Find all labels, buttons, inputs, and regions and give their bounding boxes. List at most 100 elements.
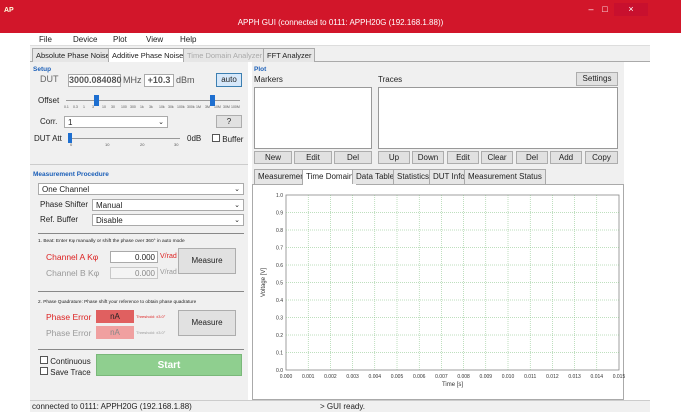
- chevron-down-icon: ⌄: [158, 119, 164, 126]
- subtab-time-domain[interactable]: Time Domain: [302, 169, 358, 185]
- menu-view[interactable]: View: [146, 35, 163, 44]
- att-tick: 10: [105, 142, 110, 147]
- x-tick-label: 0.001: [302, 374, 315, 380]
- channel-b-unit: V/rad: [160, 269, 177, 276]
- y-tick-label: 0.0: [276, 368, 283, 374]
- title-bar: AP APPH GUI (connected to 0111: APPH20G …: [0, 0, 681, 33]
- close-button[interactable]: ×: [614, 3, 648, 16]
- offset-tick: 300k: [187, 105, 195, 109]
- menu-bar: File Device Plot View Help: [30, 33, 650, 46]
- measure-kphi-button[interactable]: Measure: [178, 248, 236, 274]
- x-tick-label: 0.015: [613, 374, 625, 380]
- traces-list[interactable]: [378, 87, 618, 149]
- menu-help[interactable]: Help: [180, 35, 196, 44]
- offset-tick: 1k: [140, 105, 144, 109]
- dut-frequency-field[interactable]: 3000.084080: [68, 74, 122, 87]
- x-tick-label: 0.007: [435, 374, 448, 380]
- measure-quadrature-button[interactable]: Measure: [178, 310, 236, 336]
- auto-button[interactable]: auto: [216, 73, 242, 87]
- phase-error-label: Phase Error: [46, 312, 92, 322]
- power-unit: dBm: [176, 75, 195, 85]
- power-field[interactable]: +10.3: [144, 74, 174, 87]
- offset-tick: 100M: [231, 105, 240, 109]
- channel-b-label: Channel B Kφ: [46, 268, 100, 278]
- x-tick-label: 0.008: [457, 374, 470, 380]
- marker-del-button[interactable]: Del: [334, 151, 372, 164]
- subtab-data-table[interactable]: Data Table: [352, 169, 399, 184]
- window-title: APPH GUI (connected to 0111: APPH20G (19…: [237, 18, 444, 27]
- menu-plot[interactable]: Plot: [113, 35, 127, 44]
- settings-button[interactable]: Settings: [576, 72, 618, 86]
- chart-area: 0.000 0.001 0.002 0.003 0.004 0.005 0.006 0.007…: [252, 185, 625, 400]
- trace-down-button[interactable]: Down: [412, 151, 444, 164]
- start-button[interactable]: Start: [96, 354, 242, 376]
- tab-fft-analyzer[interactable]: FFT Analyzer: [263, 48, 316, 62]
- offset-tick-labels: 0.1 0.3 1 3 10 30 100 300 1k 3k 10k 30k …: [64, 105, 242, 111]
- divider: [38, 291, 244, 292]
- markers-list[interactable]: [254, 87, 372, 149]
- phase-error-b-label: Phase Error: [46, 328, 92, 338]
- freq-unit: MHz: [123, 75, 142, 85]
- maximize-button[interactable]: □: [598, 3, 612, 16]
- offset-tick: 30k: [168, 105, 174, 109]
- trace-up-button[interactable]: Up: [378, 151, 410, 164]
- left-panel: Setup DUT 3000.084080 MHz +10.3 dBm auto…: [30, 62, 248, 400]
- tab-time-domain-analyzer: Time Domain Analyzer: [183, 48, 267, 62]
- divider: [38, 349, 244, 350]
- channel-a-label: Channel A Kφ: [46, 252, 99, 262]
- trace-del-button[interactable]: Del: [516, 151, 548, 164]
- buffer-checkbox[interactable]: Buffer: [212, 134, 243, 144]
- setup-heading: Setup: [33, 66, 52, 73]
- att-tick: 30: [174, 142, 179, 147]
- x-tick-label: 0.012: [546, 374, 559, 380]
- dut-label: DUT: [40, 74, 59, 84]
- channel-a-unit: V/rad: [160, 253, 177, 260]
- corr-label: Corr.: [40, 117, 58, 126]
- offset-tick: 30: [111, 105, 115, 109]
- save-trace-checkbox[interactable]: Save Trace: [40, 367, 91, 377]
- minimize-button[interactable]: –: [584, 3, 598, 16]
- phase-error-threshold: Threshold: ±3.0°: [136, 314, 166, 319]
- trace-copy-button[interactable]: Copy: [585, 151, 618, 164]
- y-tick-label: 0.7: [276, 246, 283, 252]
- marker-new-button[interactable]: New: [254, 151, 292, 164]
- phase-error-b-field: nA: [96, 326, 134, 339]
- tab-absolute-phase-noise[interactable]: Absolute Phase Noise: [32, 48, 114, 62]
- offset-tick: 1M: [196, 105, 201, 109]
- ref-buffer-select[interactable]: Disable ⌄: [92, 214, 244, 226]
- marker-edit-button[interactable]: Edit: [294, 151, 332, 164]
- subtab-dut-info[interactable]: DUT Info: [429, 169, 469, 184]
- channel-a-kphi-field[interactable]: 0.000: [110, 251, 158, 263]
- tab-additive-phase-noise[interactable]: Additive Phase Noise: [108, 48, 188, 63]
- trace-edit-button[interactable]: Edit: [447, 151, 479, 164]
- x-axis-label: Time [s]: [442, 382, 463, 388]
- y-tick-label: 0.9: [276, 211, 283, 217]
- x-tick-label: 0.006: [413, 374, 426, 380]
- mode-select[interactable]: One Channel ⌄: [38, 183, 244, 195]
- offset-tick: 30M: [223, 105, 230, 109]
- connection-status: connected to 0111: APPH20G (192.168.1.88…: [32, 402, 192, 411]
- continuous-checkbox[interactable]: Continuous: [40, 356, 91, 366]
- phase-shifter-label: Phase Shifter: [40, 200, 89, 209]
- y-tick-label: 0.6: [276, 263, 283, 269]
- y-tick-label: 1.0: [276, 193, 283, 199]
- y-tick-label: 0.8: [276, 228, 283, 234]
- corr-select[interactable]: 1 ⌄: [64, 116, 168, 128]
- trace-clear-button[interactable]: Clear: [481, 151, 513, 164]
- phase-shifter-select[interactable]: Manual ⌄: [92, 199, 244, 211]
- y-axis-label: Voltage [V]: [261, 268, 267, 297]
- att-tick: 0: [70, 142, 73, 147]
- subtab-measurement-status[interactable]: Measurement Status: [464, 169, 546, 184]
- status-bar: connected to 0111: APPH20G (192.168.1.88…: [30, 400, 650, 412]
- offset-tick: 300: [130, 105, 136, 109]
- subtab-statistics[interactable]: Statistics: [393, 169, 434, 184]
- trace-add-button[interactable]: Add: [550, 151, 582, 164]
- traces-label: Traces: [378, 75, 403, 84]
- help-button[interactable]: ?: [216, 115, 242, 128]
- menu-device[interactable]: Device: [73, 35, 97, 44]
- plot-subtabs: Measurement Time Domain Data Table Stati…: [252, 169, 624, 185]
- menu-file[interactable]: File: [39, 35, 52, 44]
- x-tick-label: 0.003: [346, 374, 359, 380]
- y-tick-label: 0.1: [276, 351, 283, 357]
- main-tabs: Absolute Phase Noise Additive Phase Nois…: [30, 46, 650, 63]
